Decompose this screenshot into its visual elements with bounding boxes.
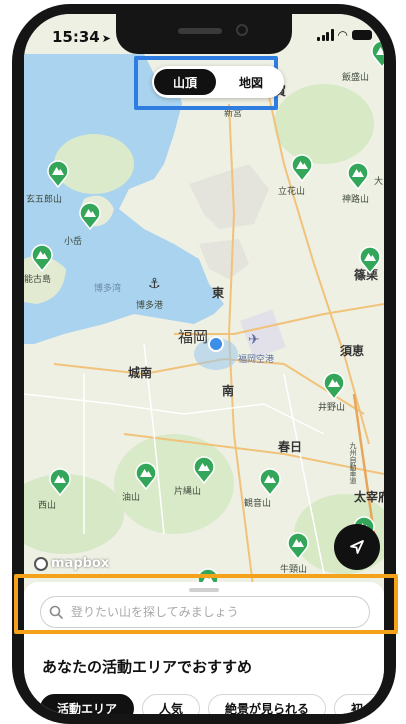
mountain-pin-icon[interactable] xyxy=(258,466,282,496)
toggle-option-summit[interactable]: 山頂 xyxy=(154,69,216,95)
toggle-option-map[interactable]: 地図 xyxy=(220,69,282,95)
status-time-label: 15:34 xyxy=(52,28,100,46)
chip-beginner[interactable]: 初心者向け xyxy=(334,694,384,714)
map-label-place: 立花山 xyxy=(278,187,306,197)
mapbox-attribution-label: mapbox xyxy=(51,556,110,571)
mountain-pin-icon[interactable] xyxy=(370,38,384,68)
mountain-pin-icon[interactable] xyxy=(346,160,370,190)
map-label-place: 西山 xyxy=(38,501,57,511)
mountain-pin-icon[interactable] xyxy=(322,370,346,400)
map-label-place: 玄五郎山 xyxy=(26,195,63,205)
map-label-place: 観音山 xyxy=(244,499,272,509)
map-label-place: 博多港 xyxy=(136,301,164,311)
mountain-pin-icon[interactable] xyxy=(46,158,70,188)
chip-popular[interactable]: 人気 xyxy=(142,694,201,714)
mountain-pin-icon[interactable] xyxy=(286,530,310,560)
chip-scenic-view[interactable]: 絶景が見られる xyxy=(208,694,327,714)
status-bar-time: 15:34 ➤ xyxy=(52,28,111,46)
notch-speaker xyxy=(178,28,222,34)
map-label-place: 飯盛山 xyxy=(342,73,370,83)
map-label-place: 片縄山 xyxy=(174,487,202,497)
chip-activity-area[interactable]: 活動エリア xyxy=(40,694,135,714)
recommend-section-title: あなたの活動エリアでおすすめ xyxy=(42,658,253,676)
map-label-place: 小岳 xyxy=(64,237,83,247)
mountain-pin-icon[interactable] xyxy=(192,454,216,484)
notch-camera xyxy=(236,24,248,36)
map-label-place: 須恵 xyxy=(340,344,365,358)
map-label-place: 南 xyxy=(222,384,235,398)
location-arrow-icon xyxy=(350,540,364,554)
map-label-place: 博多湾 xyxy=(94,284,122,294)
status-bar-icons: ◠ xyxy=(317,28,372,42)
map-label-place: 井野山 xyxy=(318,403,346,413)
mountain-pin-icon[interactable] xyxy=(290,152,314,182)
mapbox-logo-icon xyxy=(34,556,48,571)
location-services-icon: ➤ xyxy=(101,32,111,45)
map-label-place: 福岡空港 xyxy=(238,355,275,365)
map-label-place: 能古島 xyxy=(24,275,52,285)
mountain-pin-icon[interactable] xyxy=(30,242,54,272)
phone-notch xyxy=(116,14,292,54)
map-label-place: 福岡 xyxy=(178,328,209,346)
mountain-pin-icon[interactable] xyxy=(48,466,72,496)
view-mode-toggle[interactable]: 山頂 地図 xyxy=(152,66,284,98)
mountain-pin-icon[interactable] xyxy=(358,244,382,274)
wifi-icon: ◠ xyxy=(337,28,348,42)
map-label-place: 神路山 xyxy=(342,195,370,205)
current-location-button[interactable] xyxy=(334,524,380,570)
map-label-place: 油山 xyxy=(122,493,141,503)
airplane-icon: ✈ xyxy=(248,332,260,348)
anchor-icon: ⚓ xyxy=(148,276,161,292)
map-label-place: 城南 xyxy=(128,366,153,380)
map-label-place: 大 xyxy=(374,177,384,187)
battery-icon xyxy=(352,30,372,40)
map-label-place: 九州自動車道 xyxy=(349,442,357,484)
cellular-signal-icon xyxy=(317,29,334,41)
recommend-filter-chips: 活動エリア 人気 絶景が見られる 初心者向け xyxy=(40,694,384,714)
search-highlight-box xyxy=(14,574,398,634)
map-label-place: 春日 xyxy=(278,440,303,454)
mountain-pin-icon[interactable] xyxy=(78,200,102,230)
map-label-place: 太宰府 xyxy=(354,490,384,504)
map-label-place: 東 xyxy=(212,286,225,300)
mapbox-attribution[interactable]: mapbox xyxy=(34,556,109,571)
mountain-pin-icon[interactable] xyxy=(134,460,158,490)
